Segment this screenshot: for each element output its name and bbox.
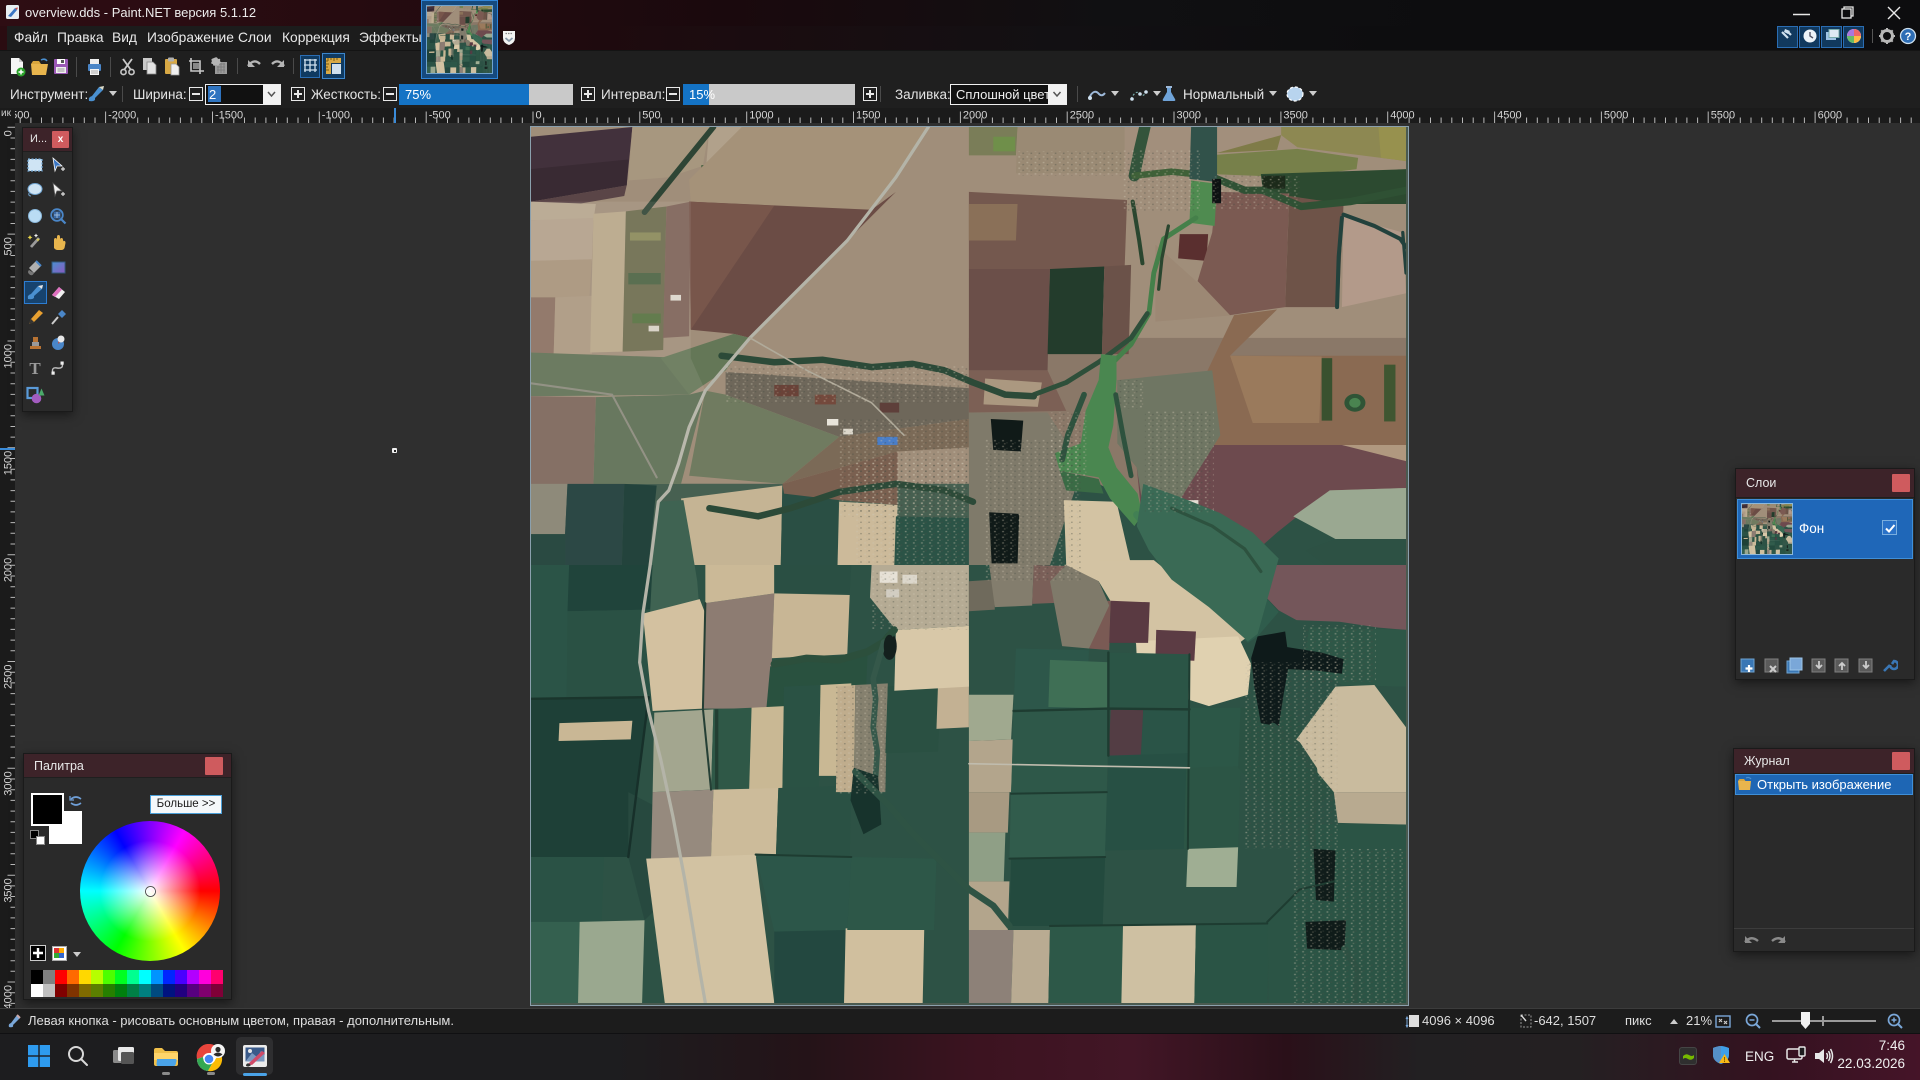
- svg-text:1000: 1000: [3, 344, 15, 368]
- svg-text:4000: 4000: [3, 985, 15, 1009]
- svg-text:T: T: [29, 359, 41, 378]
- svg-text:2500: 2500: [3, 665, 15, 689]
- svg-text:4000: 4000: [1390, 110, 1414, 122]
- svg-text:0: 0: [536, 110, 542, 122]
- svg-text:!: !: [1723, 1057, 1725, 1064]
- svg-text:0: 0: [3, 130, 15, 136]
- svg-text:2000: 2000: [963, 110, 987, 122]
- svg-text:6000: 6000: [1818, 110, 1842, 122]
- svg-text:-1000: -1000: [322, 110, 350, 122]
- svg-text:1500: 1500: [856, 110, 880, 122]
- svg-text:2500: 2500: [1070, 110, 1094, 122]
- svg-text:-1500: -1500: [215, 110, 243, 122]
- svg-text:3000: 3000: [3, 771, 15, 795]
- svg-text:3500: 3500: [1283, 110, 1307, 122]
- svg-text:5500: 5500: [1711, 110, 1735, 122]
- svg-text:2000: 2000: [3, 558, 15, 582]
- svg-text:5000: 5000: [1604, 110, 1628, 122]
- svg-text:-500: -500: [429, 110, 451, 122]
- svg-text:1000: 1000: [749, 110, 773, 122]
- svg-text:3000: 3000: [1177, 110, 1201, 122]
- svg-text:500: 500: [642, 110, 660, 122]
- svg-text:3500: 3500: [3, 878, 15, 902]
- svg-text:4500: 4500: [1497, 110, 1521, 122]
- svg-text:1500: 1500: [3, 451, 15, 475]
- svg-text:500: 500: [3, 237, 15, 255]
- svg-text:-2000: -2000: [108, 110, 136, 122]
